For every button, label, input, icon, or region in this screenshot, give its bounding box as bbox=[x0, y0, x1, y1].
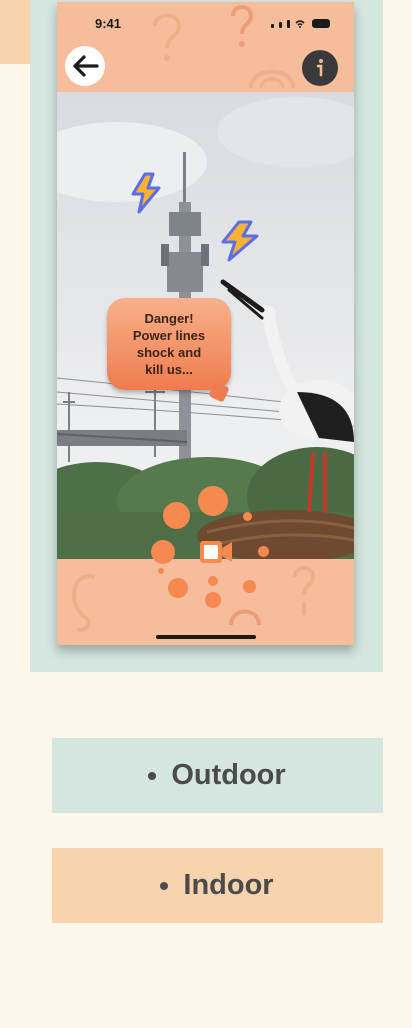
outdoor-list: Outdoor bbox=[149, 759, 285, 792]
sound-dot bbox=[163, 502, 190, 529]
speech-bubble: Danger! Power lines shock and kill us... bbox=[107, 298, 231, 390]
app-header: 9:41 bbox=[57, 2, 354, 92]
status-time: 9:41 bbox=[95, 16, 122, 31]
indoor-label: Indoor bbox=[183, 869, 273, 902]
sound-dot bbox=[198, 486, 228, 516]
wifi-icon bbox=[295, 20, 305, 28]
corner-decoration bbox=[0, 0, 30, 64]
arrow-left-icon bbox=[73, 55, 99, 77]
sound-dot bbox=[258, 546, 269, 557]
battery-icon bbox=[312, 19, 330, 28]
info-button[interactable] bbox=[302, 50, 338, 86]
ear-doodle bbox=[72, 574, 96, 632]
sound-dot bbox=[151, 540, 175, 564]
video-camera-icon bbox=[200, 541, 232, 563]
sound-dot bbox=[208, 576, 218, 586]
phone-mockup: 9:41 Danger! Power lines shock and kill … bbox=[57, 2, 354, 645]
indoor-list: Indoor bbox=[161, 869, 273, 902]
ear-doodle bbox=[229, 609, 261, 626]
sound-dot bbox=[243, 512, 252, 521]
info-icon bbox=[316, 59, 323, 77]
ear-doodle bbox=[249, 69, 295, 89]
outdoor-label: Outdoor bbox=[171, 759, 285, 792]
sound-dot bbox=[205, 592, 221, 608]
status-indicators bbox=[271, 16, 330, 28]
home-indicator bbox=[156, 635, 256, 639]
signal-icon bbox=[287, 20, 290, 28]
outdoor-category[interactable]: Outdoor bbox=[52, 738, 383, 813]
record-video-button[interactable] bbox=[198, 538, 234, 566]
lightning-bolt-icon bbox=[221, 220, 259, 262]
lightning-bolt-icon bbox=[131, 172, 161, 214]
signal-icon bbox=[271, 24, 274, 28]
signal-icon bbox=[279, 22, 282, 28]
sound-dot bbox=[158, 568, 164, 574]
speech-bubble-text: Danger! Power lines shock and kill us... bbox=[132, 311, 206, 377]
question-mark-doodle bbox=[231, 5, 254, 47]
back-button[interactable] bbox=[65, 46, 105, 86]
sound-dot bbox=[243, 580, 256, 593]
indoor-category[interactable]: Indoor bbox=[52, 848, 383, 923]
question-mark-doodle bbox=[153, 13, 182, 61]
sound-dot bbox=[168, 578, 188, 598]
question-mark-doodle bbox=[293, 566, 316, 615]
